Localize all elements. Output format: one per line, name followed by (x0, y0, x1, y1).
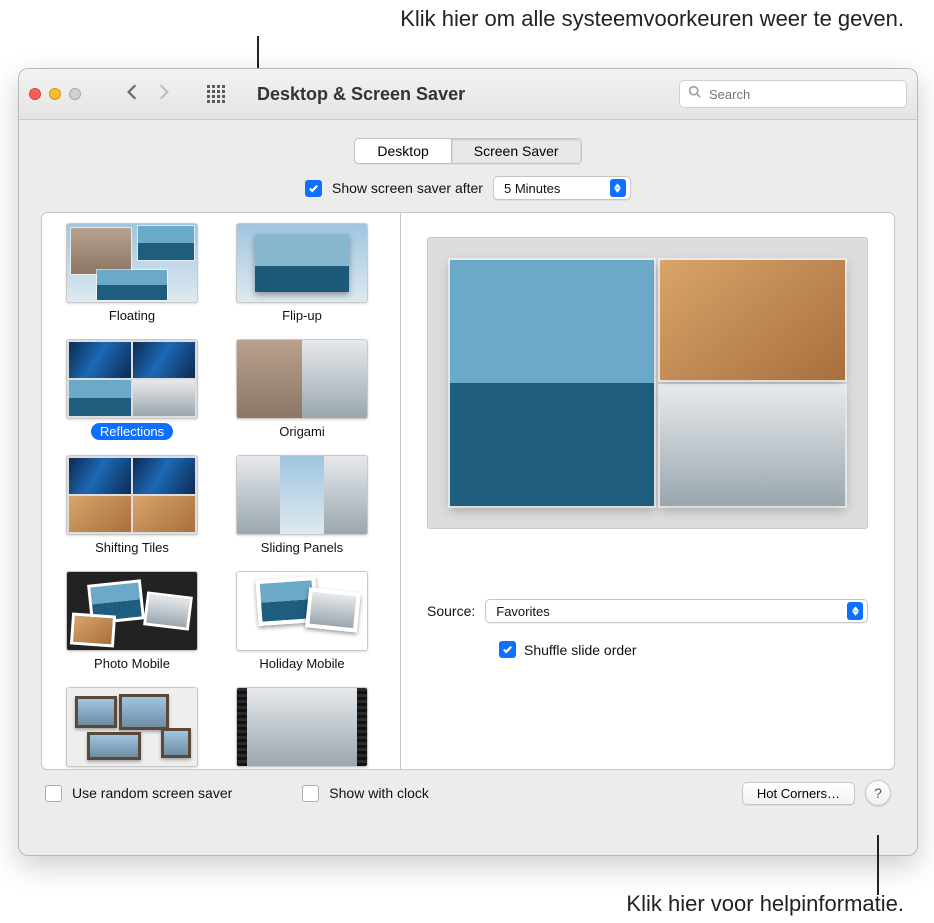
saver-reflections-thumb (66, 339, 198, 419)
saver-reflections[interactable]: Reflections (58, 339, 206, 451)
saver-sliding-panels[interactable]: Sliding Panels (228, 455, 376, 567)
saver-shifting-tiles[interactable]: Shifting Tiles (58, 455, 206, 567)
saver-vintage-prints[interactable]: Vintage Prints (228, 687, 376, 769)
window-toolbar: Desktop & Screen Saver (19, 69, 917, 120)
callout-bottom-line (877, 835, 879, 895)
saver-origami-thumb (236, 339, 368, 419)
clock-checkbox[interactable] (302, 785, 319, 802)
clock-label: Show with clock (329, 785, 429, 801)
saver-photo-mobile-thumb (66, 571, 198, 651)
saver-sliding-panels-thumb (236, 455, 368, 535)
search-input[interactable] (707, 86, 898, 103)
hot-corners-button[interactable]: Hot Corners… (742, 782, 855, 805)
main-panel: Floating Flip-up (41, 212, 895, 770)
saver-holiday-mobile-label: Holiday Mobile (250, 655, 353, 672)
saver-shifting-tiles-label: Shifting Tiles (86, 539, 178, 556)
saver-holiday-mobile[interactable]: Holiday Mobile (228, 571, 376, 683)
shuffle-row: Shuffle slide order (499, 641, 868, 658)
source-value: Favorites (496, 604, 549, 619)
saver-origami-label: Origami (270, 423, 334, 440)
screensaver-preview[interactable] (427, 237, 868, 529)
saver-photo-mobile-label: Photo Mobile (85, 655, 179, 672)
saver-shifting-tiles-thumb (66, 455, 198, 535)
tab-desktop[interactable]: Desktop (355, 139, 450, 163)
show-after-popup[interactable]: 5 Minutes (493, 176, 631, 200)
saver-floating-thumb (66, 223, 198, 303)
saver-vintage-prints-thumb (236, 687, 368, 767)
saver-photo-wall[interactable]: Photo Wall (58, 687, 206, 769)
bottom-row: Use random screen saver Show with clock … (41, 770, 895, 806)
show-all-prefs-button[interactable] (199, 77, 233, 111)
saver-sliding-panels-label: Sliding Panels (252, 539, 352, 556)
nav-arrows (123, 83, 173, 106)
source-label: Source: (427, 603, 475, 619)
saver-floating-label: Floating (100, 307, 164, 324)
callout-bottom-text: Klik hier voor helpinformatie. (626, 891, 904, 917)
forward-button[interactable] (155, 83, 173, 106)
source-popup[interactable]: Favorites (485, 599, 868, 623)
saver-photo-wall-thumb (66, 687, 198, 767)
back-button[interactable] (123, 83, 141, 106)
search-field[interactable] (679, 80, 907, 108)
search-icon (688, 85, 701, 103)
random-checkbox[interactable] (45, 785, 62, 802)
saver-floating[interactable]: Floating (58, 223, 206, 335)
saver-flipup-thumb (236, 223, 368, 303)
saver-reflections-label: Reflections (91, 423, 173, 440)
help-button[interactable]: ? (865, 780, 891, 806)
show-after-label: Show screen saver after (332, 180, 483, 196)
show-after-value: 5 Minutes (504, 181, 560, 196)
window-close-button[interactable] (29, 88, 41, 100)
callout-top-text: Klik hier om alle systeemvoorkeuren weer… (400, 6, 904, 32)
saver-flipup-label: Flip-up (273, 307, 331, 324)
tab-segmented-control: Desktop Screen Saver (41, 138, 895, 164)
window-zoom-button[interactable] (69, 88, 81, 100)
content-area: Desktop Screen Saver Show screen saver a… (19, 120, 917, 818)
window-minimize-button[interactable] (49, 88, 61, 100)
window-traffic-lights (29, 88, 81, 100)
shuffle-label: Shuffle slide order (524, 642, 637, 658)
grid-icon (207, 85, 225, 103)
preview-pane: Source: Favorites Sh (400, 213, 894, 769)
random-label: Use random screen saver (72, 785, 232, 801)
saver-origami[interactable]: Origami (228, 339, 376, 451)
saver-flipup[interactable]: Flip-up (228, 223, 376, 335)
preferences-window: Desktop & Screen Saver Desktop Screen Sa… (18, 68, 918, 856)
tab-screen-saver[interactable]: Screen Saver (451, 139, 581, 163)
source-row: Source: Favorites (427, 599, 868, 623)
show-after-checkbox[interactable] (305, 180, 322, 197)
chevron-updown-icon (610, 179, 626, 197)
shuffle-checkbox[interactable] (499, 641, 516, 658)
chevron-updown-icon (847, 602, 863, 620)
screensaver-grid[interactable]: Floating Flip-up (42, 213, 400, 769)
saver-holiday-mobile-thumb (236, 571, 368, 651)
show-after-row: Show screen saver after 5 Minutes (41, 176, 895, 200)
saver-photo-mobile[interactable]: Photo Mobile (58, 571, 206, 683)
window-title: Desktop & Screen Saver (257, 84, 465, 105)
